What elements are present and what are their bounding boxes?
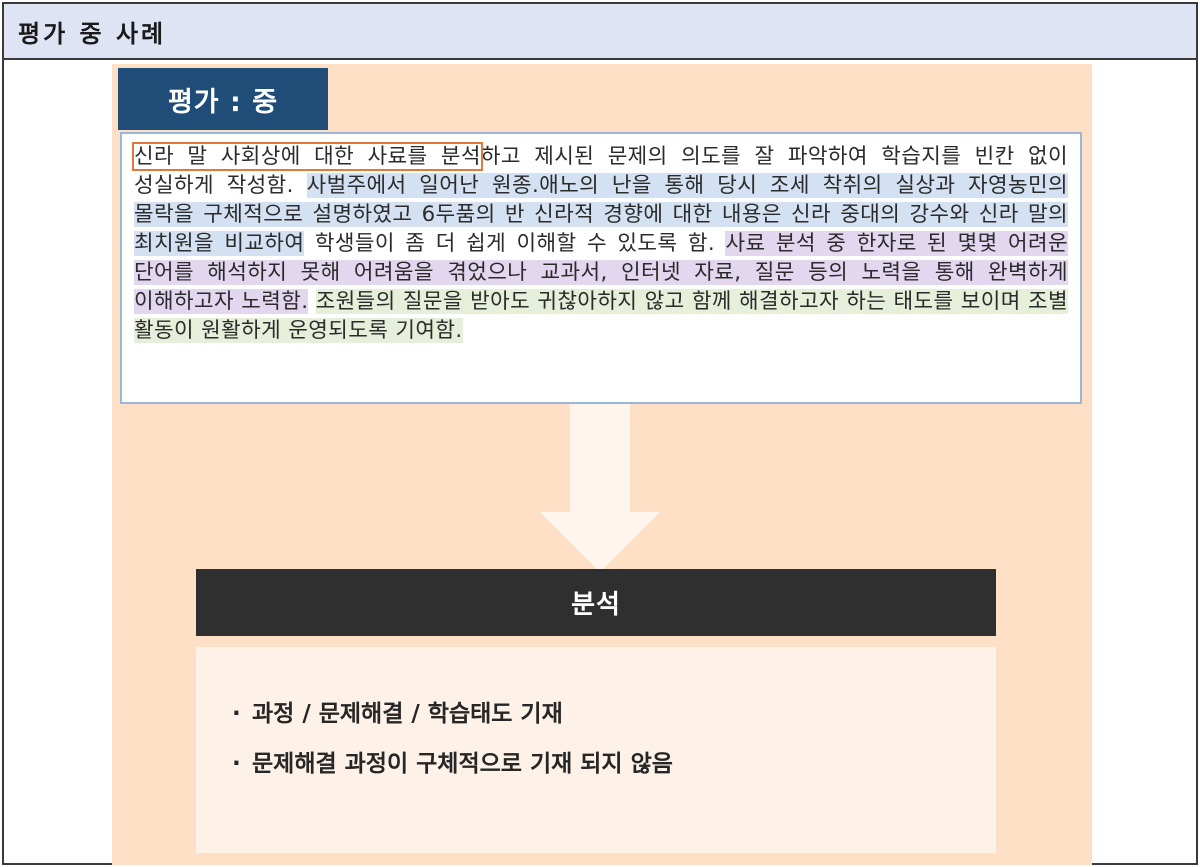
record-paragraph: 신라 말 사회상에 대한 사료를 분석하고 제시된 문제의 의도를 잘 파악하여… — [132, 142, 1069, 345]
analysis-title-bar: 분석 — [196, 569, 996, 636]
down-arrow-icon — [540, 404, 660, 572]
case-frame: 평가 중 사례 평가 : 중 신라 말 사회상에 대한 사료를 분석하고 제시된… — [2, 2, 1198, 865]
evaluation-grade-label: 평가 : 중 — [118, 68, 328, 130]
analysis-content-box: · 과정 / 문제해결 / 학습태도 기재 · 문제해결 과정이 구체적으로 기… — [196, 647, 996, 853]
analysis-bullet-text: 과정 / 문제해결 / 학습태도 기재 — [252, 701, 563, 727]
bullet-marker: · — [232, 751, 241, 777]
bullet-marker: · — [232, 701, 241, 727]
header-bar: 평가 중 사례 — [4, 4, 1196, 60]
page-title: 평가 중 사례 — [18, 19, 167, 48]
text-segment-plain-2: 학생들이 좀 더 쉽게 이해할 수 있도록 함. — [314, 231, 715, 256]
highlight-outlined-phrase: 신라 말 사회상에 대한 사료를 분석 — [132, 142, 483, 171]
analysis-title: 분석 — [571, 590, 621, 620]
record-text-card: 신라 말 사회상에 대한 사료를 분석하고 제시된 문제의 의도를 잘 파악하여… — [120, 132, 1082, 404]
evaluation-grade-text: 평가 : 중 — [167, 86, 279, 118]
analysis-bullet: · 과정 / 문제해결 / 학습태도 기재 — [232, 689, 996, 739]
analysis-bullet: · 문제해결 과정이 구체적으로 기재 되지 않음 — [232, 739, 996, 789]
analysis-bullet-text: 문제해결 과정이 구체적으로 기재 되지 않음 — [252, 751, 673, 777]
case-panel: 평가 : 중 신라 말 사회상에 대한 사료를 분석하고 제시된 문제의 의도를… — [112, 64, 1092, 865]
